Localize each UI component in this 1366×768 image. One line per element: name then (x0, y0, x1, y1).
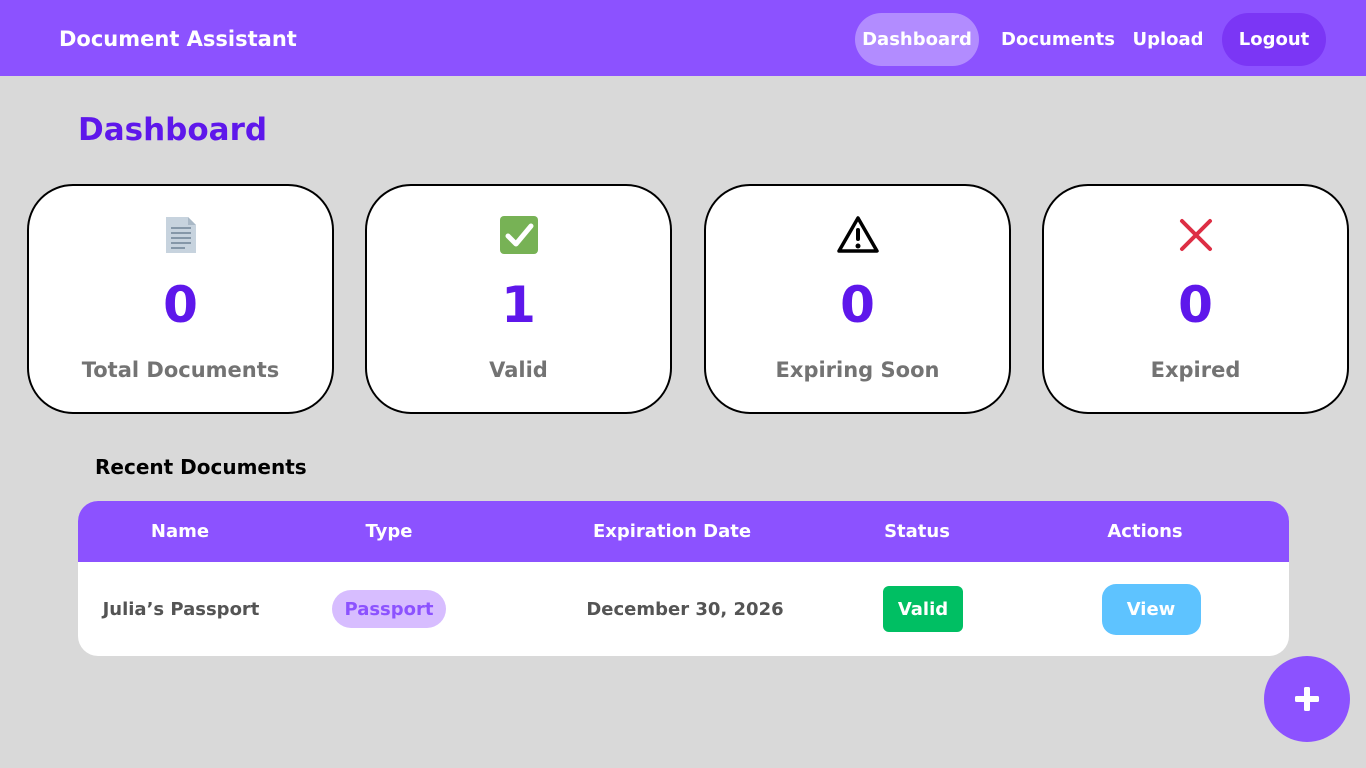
nav-upload-link[interactable]: Upload (1128, 13, 1208, 66)
top-navbar: Document Assistant Dashboard Documents U… (0, 0, 1366, 76)
status-cell: Valid (863, 562, 983, 656)
expiring-soon-label: Expiring Soon (775, 358, 940, 382)
total-documents-value: 0 (163, 276, 198, 334)
cross-icon (1044, 212, 1347, 258)
page-title: Dashboard (78, 112, 268, 148)
column-header-type: Type (365, 521, 413, 542)
expired-value: 0 (1178, 276, 1213, 334)
recent-documents-title: Recent Documents (95, 455, 307, 479)
type-badge: Passport (332, 590, 446, 628)
valid-value: 1 (501, 276, 536, 334)
stat-card-expiring: 0 Expiring Soon (704, 184, 1011, 414)
warning-icon (706, 212, 1009, 258)
total-documents-label: Total Documents (81, 358, 280, 382)
expired-label: Expired (1150, 358, 1241, 382)
status-badge: Valid (883, 586, 963, 632)
document-icon (29, 212, 332, 258)
view-button[interactable]: View (1101, 583, 1201, 635)
document-name: Julia’s Passport (102, 598, 260, 620)
table-header: Name Type Expiration Date Status Actions (78, 501, 1289, 562)
plus-icon (1295, 687, 1319, 711)
actions-cell: View (1091, 562, 1211, 656)
column-header-status: Status (884, 521, 950, 542)
valid-label: Valid (489, 358, 548, 382)
column-header-actions: Actions (1107, 521, 1183, 542)
logout-button[interactable]: Logout (1222, 13, 1326, 66)
stat-card-expired: 0 Expired (1042, 184, 1349, 414)
recent-documents-table: Name Type Expiration Date Status Actions… (78, 501, 1289, 656)
type-cell: Passport (329, 562, 449, 656)
nav-dashboard-button[interactable]: Dashboard (855, 13, 979, 66)
nav-documents-link[interactable]: Documents (996, 13, 1120, 66)
app-title: Document Assistant (59, 27, 297, 51)
column-header-name: Name (150, 521, 210, 542)
expiration-date: December 30, 2026 (586, 598, 784, 620)
add-document-button[interactable] (1264, 656, 1350, 742)
column-header-expiration: Expiration Date (592, 521, 752, 542)
expiring-soon-value: 0 (840, 276, 875, 334)
stat-card-valid: 1 Valid (365, 184, 672, 414)
check-icon (367, 212, 670, 258)
stat-card-total: 0 Total Documents (27, 184, 334, 414)
